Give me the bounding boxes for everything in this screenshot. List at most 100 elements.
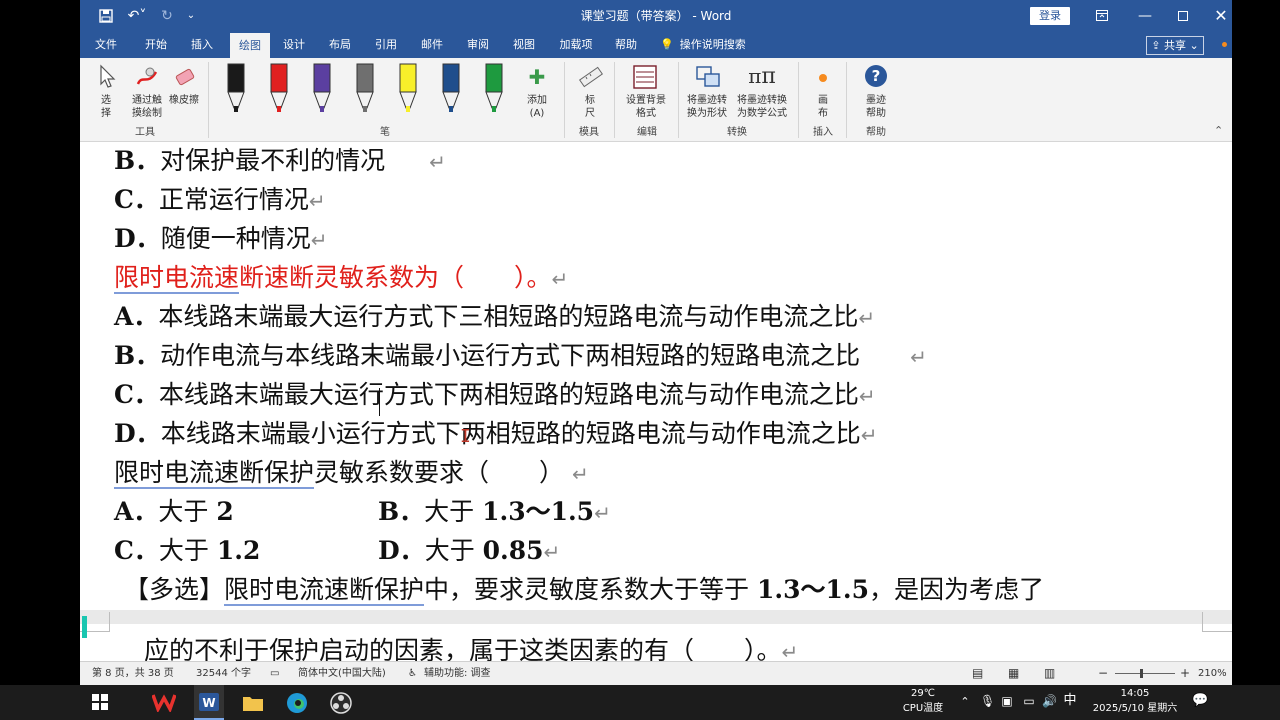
ink-to-math-icon[interactable]: ππ xyxy=(746,62,778,90)
tab-view[interactable]: 视图 xyxy=(506,32,542,58)
cpu-temp-label[interactable]: CPU温度 xyxy=(898,703,948,715)
ink-to-shape-label: 将墨迹转 换为形状 xyxy=(687,95,727,119)
eraser-icon[interactable] xyxy=(172,66,198,90)
next-page-line: 应的不利于保护启动的因素，属于这类因素的有（ ）。↵ xyxy=(144,634,798,661)
word-taskbar-icon[interactable]: W xyxy=(194,685,224,720)
windows-taskbar: W 29℃ CPU温度 ⌃ 🎙 ▣ ▭ 🔊 中 14:05 2025/5/10 … xyxy=(0,685,1280,720)
pen-5-icon[interactable] xyxy=(399,63,417,112)
maximize-icon[interactable] xyxy=(1172,6,1194,26)
zoom-in-icon[interactable]: + xyxy=(1180,662,1190,685)
zoom-out-icon[interactable]: − xyxy=(1098,662,1108,685)
read-mode-icon[interactable]: ▤ xyxy=(972,662,983,685)
tab-draw[interactable]: 绘图 xyxy=(230,33,270,58)
collapse-ribbon-icon[interactable]: ⌃ xyxy=(1214,124,1223,137)
canvas-label: 画 布 xyxy=(818,95,828,119)
paragraph-mark: ↵ xyxy=(572,462,589,486)
tell-me-label: 操作说明搜索 xyxy=(679,38,746,51)
pen-4-icon[interactable] xyxy=(356,63,374,112)
clock-time[interactable]: 14:05 xyxy=(1090,688,1180,700)
ruler-icon[interactable] xyxy=(578,64,604,90)
clock-date[interactable]: 2025/5/10 星期六 xyxy=(1086,703,1184,715)
word-count[interactable]: 32544 个字 xyxy=(196,662,251,685)
tab-references[interactable]: 引用 xyxy=(368,32,404,58)
document-page[interactable]: B．对保护最不利的情况 ↵ C．正常运行情况↵ D．随便一种情况↵ 限时电流速断速… xyxy=(80,142,1232,661)
touch-draw-icon[interactable] xyxy=(134,64,160,90)
option-text: 大于 xyxy=(158,536,217,565)
tools-group-label: 工具 xyxy=(135,127,155,138)
paragraph-mark: ↵ xyxy=(551,267,569,291)
accessibility-status[interactable]: 辅助功能: 调查 xyxy=(424,662,491,685)
draw-ribbon: 选 择 通过触 摸绘制 橡皮擦 工具 ✚ 添加 (A) 笔 标 尺 模具 设置背… xyxy=(80,58,1232,142)
ribbon-display-options-icon[interactable] xyxy=(1092,6,1112,26)
input-method-indicator[interactable]: 中 xyxy=(1062,694,1078,707)
ink-help-icon[interactable]: ? xyxy=(864,64,888,88)
screen-capture-icon[interactable]: ▣ xyxy=(1000,695,1014,707)
share-button[interactable]: ⇪ 共享 ⌄ xyxy=(1146,36,1204,55)
login-button[interactable]: 登录 xyxy=(1030,7,1070,25)
zoom-slider-thumb[interactable] xyxy=(1140,669,1143,678)
tab-insert[interactable]: 插入 xyxy=(184,32,220,58)
print-layout-icon[interactable]: ▦ xyxy=(1008,662,1019,685)
zoom-slider[interactable] xyxy=(1115,673,1175,674)
pen-2-icon[interactable] xyxy=(270,63,288,112)
option-b-inline: B．大于 1.3～1.5↵ xyxy=(378,495,611,530)
file-explorer-icon[interactable] xyxy=(242,685,266,720)
page-count[interactable]: 第 8 页，共 38 页 xyxy=(92,662,174,685)
network-icon[interactable]: ▭ xyxy=(1022,695,1036,707)
tab-design[interactable]: 设计 xyxy=(276,32,312,58)
tab-help[interactable]: 帮助 xyxy=(608,32,644,58)
pen-6-icon[interactable] xyxy=(442,63,460,112)
weather-temp[interactable]: 29℃ xyxy=(898,688,948,700)
pen-3-icon[interactable] xyxy=(313,63,331,112)
ink-to-shape-icon[interactable] xyxy=(694,64,722,90)
tab-home[interactable]: 开始 xyxy=(138,32,174,58)
volume-icon[interactable]: 🔊 xyxy=(1042,695,1057,707)
tab-mailings[interactable]: 邮件 xyxy=(414,32,450,58)
option-text: 本线路末端最大运行方式下三相短路的短路电流与动作电流之比 xyxy=(158,302,859,331)
svg-text:?: ? xyxy=(872,67,881,85)
add-pen-label: 添加 (A) xyxy=(527,95,547,119)
obs-recorder-icon[interactable] xyxy=(330,685,354,720)
canvas-icon[interactable] xyxy=(816,70,830,84)
paragraph-mark: ↵ xyxy=(858,306,876,330)
wps-icon[interactable] xyxy=(151,685,178,720)
windows-start-icon[interactable] xyxy=(92,685,112,720)
minimize-icon[interactable]: — xyxy=(1134,6,1156,26)
paragraph-mark: ↵ xyxy=(543,540,561,564)
group-separator xyxy=(678,62,679,138)
select-cursor-icon[interactable] xyxy=(98,64,116,90)
web-layout-icon[interactable]: ▥ xyxy=(1044,662,1055,685)
zoom-level[interactable]: 210% xyxy=(1198,662,1227,685)
edit-group-label: 编辑 xyxy=(637,127,657,138)
microphone-icon[interactable]: 🎙 xyxy=(980,695,995,707)
ruler-label: 标 尺 xyxy=(585,95,595,119)
group-separator xyxy=(798,62,799,138)
question-line: 限时电流速断保护灵敏系数要求（ ） ↵ xyxy=(114,456,589,491)
lightbulb-icon: 💡 xyxy=(660,38,674,51)
mouse-ibeam-cursor: I xyxy=(460,426,471,447)
option-text: 随便一种情况 xyxy=(160,224,311,253)
tell-me-search[interactable]: 💡 操作说明搜索 xyxy=(660,32,746,58)
add-pen-icon[interactable]: ✚ xyxy=(526,66,548,88)
pen-1-icon[interactable] xyxy=(227,63,245,112)
convert-group-label: 转换 xyxy=(727,127,747,138)
tab-addins[interactable]: 加载项 xyxy=(554,32,598,58)
question-text-underlined: 限时电流速断保护 xyxy=(224,575,425,606)
background-format-icon[interactable] xyxy=(632,64,658,90)
notification-center-icon[interactable]: 💬 xyxy=(1192,694,1208,707)
word-window: ↶˅ ↻ ⌄ 课堂习题（带答案） - Word 登录 — ✕ 文件 开始 插入 … xyxy=(80,0,1232,685)
option-d-line: D．本线路末端最小运行方式下两相短路的短路电流与动作电流之比↵ xyxy=(114,417,877,452)
edge-browser-icon[interactable] xyxy=(286,685,310,720)
page-break-gap xyxy=(80,610,1232,624)
tab-layout[interactable]: 布局 xyxy=(322,32,358,58)
tab-file[interactable]: 文件 xyxy=(88,32,124,58)
paragraph-mark: ↵ xyxy=(910,345,927,369)
close-icon[interactable]: ✕ xyxy=(1210,6,1232,26)
pen-7-icon[interactable] xyxy=(485,63,503,112)
proofing-icon[interactable]: ▭ xyxy=(270,662,279,685)
language-status[interactable]: 简体中文(中国大陆) xyxy=(298,662,386,685)
show-hidden-icons-icon[interactable]: ⌃ xyxy=(958,696,972,708)
option-b-line: B．对保护最不利的情况 ↵ xyxy=(114,144,446,179)
right-black-margin xyxy=(1232,0,1280,685)
tab-review[interactable]: 审阅 xyxy=(460,32,496,58)
